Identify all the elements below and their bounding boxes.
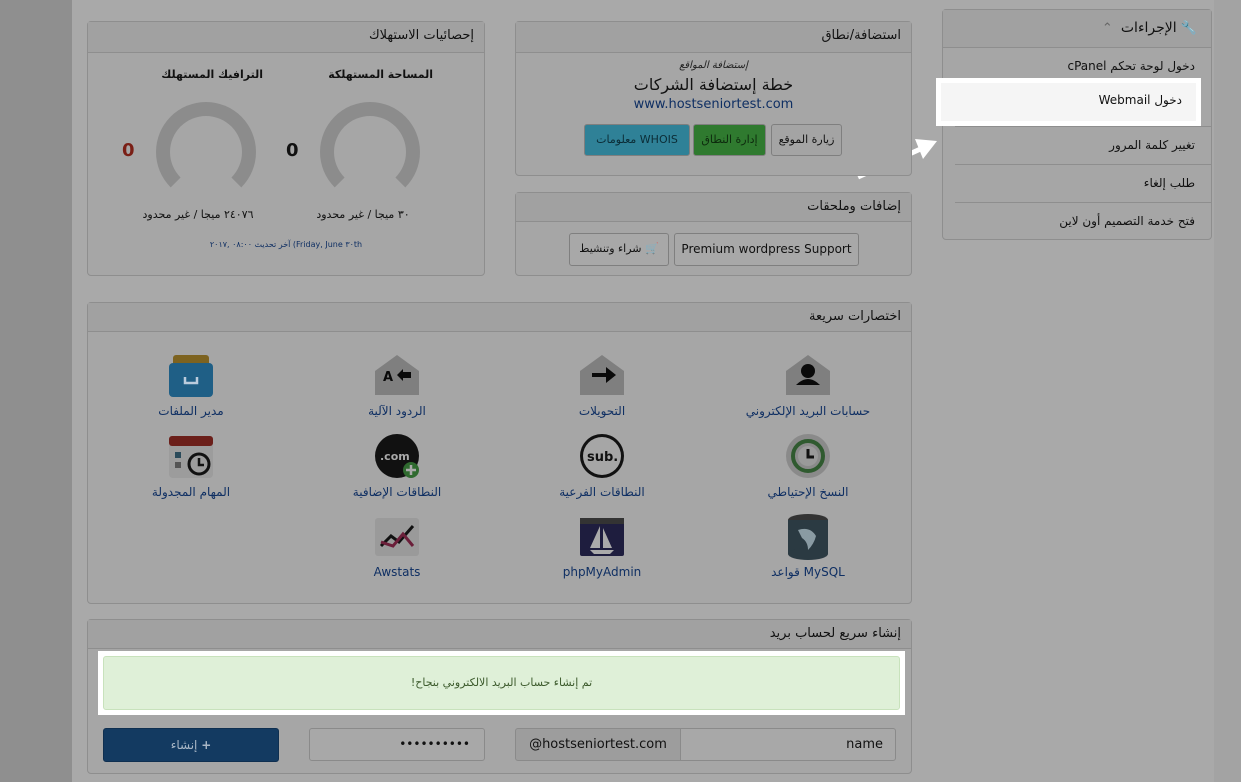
chevron-up-icon: ⌃ (1101, 21, 1113, 36)
wordpress-support-label: Premium wordpress Support (681, 242, 852, 256)
cron-jobs-icon[interactable] (167, 432, 215, 480)
create-email-button[interactable]: + إنشاء (103, 728, 279, 762)
success-alert: تم إنشاء حساب البريد الالكتروني بنجاح! (103, 656, 900, 710)
disk-usage-label: المساحة المستهلكة (328, 68, 433, 81)
email-name-value: name (846, 737, 883, 752)
success-alert-frame: تم إنشاء حساب البريد الالكتروني بنجاح! (98, 651, 905, 715)
shortcuts-panel: اختصارات سريعة حسابات البريد الإلكتروني … (87, 302, 912, 604)
hosting-plan: خطة إستضافة الشركات (633, 75, 794, 94)
email-account-icon[interactable] (784, 351, 832, 399)
action-cancel-label: طلب إلغاء (1143, 176, 1195, 190)
email-password-input[interactable]: •••••••••• (309, 728, 485, 761)
hosting-title: استضافة/نطاق (516, 22, 911, 53)
addon-domains-icon[interactable]: .com (373, 432, 421, 480)
disk-usage-text: ٣٠ ميجا / غير محدود (316, 208, 410, 221)
action-online-design[interactable]: فتح خدمة التصميم أون لاين (955, 202, 1211, 241)
shortcut-autoresponders[interactable]: الردود الآلية (317, 404, 477, 418)
hosting-domain[interactable]: www.hostseniortest.com (516, 97, 911, 112)
shortcut-file-manager[interactable]: مدير الملفات (111, 404, 271, 418)
email-domain-text: @hostseniortest.com (529, 737, 667, 752)
shortcut-backup[interactable]: النسخ الإحتياطي (728, 485, 888, 499)
addons-title: إضافات وملحقات (516, 193, 911, 222)
email-domain-addon: @hostseniortest.com (515, 728, 681, 761)
shortcut-email-accounts[interactable]: حسابات البريد الإلكتروني (728, 404, 888, 418)
plus-icon: + (201, 738, 212, 752)
autoresponders-icon[interactable]: A (373, 351, 421, 399)
email-name-input[interactable]: name (680, 728, 896, 761)
actions-title: الإجراءات (1120, 20, 1177, 36)
bandwidth-gauge (156, 102, 256, 202)
shortcut-mysql[interactable]: قواعد MySQL (728, 565, 888, 579)
hosting-panel: استضافة/نطاق إستضافة المواقع خطة إستضافة… (515, 21, 912, 176)
action-online-design-label: فتح خدمة التصميم أون لاين (1059, 214, 1195, 228)
backup-icon[interactable] (784, 432, 832, 480)
actions-header[interactable]: 🔧 الإجراءات ⌃ (943, 10, 1211, 48)
email-password-dots: •••••••••• (399, 737, 470, 751)
shortcuts-title: اختصارات سريعة (88, 303, 911, 332)
whois-button-label: معلومات WHOIS (596, 133, 678, 146)
usage-stats-panel: إحصائيات الاستهلاك المساحة المستهلكة الت… (87, 21, 485, 276)
disk-usage-value: 0 (286, 140, 299, 161)
svg-text:sub.: sub. (587, 450, 618, 465)
cart-icon: 🛒 (645, 242, 659, 255)
forwarders-icon[interactable] (578, 351, 626, 399)
shortcut-addon-domains[interactable]: النطاقات الإضافية (317, 485, 477, 499)
disk-gauge (320, 102, 420, 202)
shortcut-forwarders[interactable]: التحويلات (522, 404, 682, 418)
hosting-subtitle: إستضافة المواقع (679, 60, 748, 71)
action-webmail[interactable]: دخول Webmail (936, 78, 1201, 126)
action-change-password[interactable]: تغيير كلمة المرور (955, 126, 1211, 165)
left-backdrop (0, 0, 72, 782)
shortcut-awstats[interactable]: Awstats (317, 565, 477, 579)
action-webmail-label: دخول Webmail (1098, 93, 1182, 107)
svg-text:A: A (383, 370, 393, 385)
bandwidth-label: الترافيك المستهلك (161, 68, 263, 81)
wrench-icon: 🔧 (1180, 21, 1197, 36)
last-update-text: آخر تحديث ٠٨:٠٠ ,٢٠١٧ (Friday, June ٣٠th (209, 240, 363, 249)
shortcut-subdomains[interactable]: النطاقات الفرعية (522, 485, 682, 499)
bandwidth-usage-text: ٢٤٠٧٦ ميجا / غير محدود (142, 208, 254, 221)
action-cpanel-label: دخول لوحة تحكم cPanel (1067, 59, 1195, 73)
whois-button[interactable]: معلومات WHOIS (584, 124, 690, 156)
buy-activate-label: شراء وتنشيط (579, 242, 642, 255)
addons-panel: إضافات وملحقات Premium wordpress Support… (515, 192, 912, 276)
visit-site-label: زيارة الموقع (778, 133, 835, 146)
mysql-icon[interactable] (784, 512, 832, 560)
bandwidth-usage-value: 0 (122, 140, 135, 161)
buy-activate-button[interactable]: 🛒 شراء وتنشيط (569, 233, 669, 266)
file-manager-icon[interactable] (167, 351, 215, 399)
wordpress-support-button[interactable]: Premium wordpress Support (674, 233, 859, 266)
manage-domain-button[interactable]: إدارة النطاق (693, 124, 766, 156)
action-change-password-label: تغيير كلمة المرور (1109, 138, 1195, 152)
usage-stats-title: إحصائيات الاستهلاك (88, 22, 484, 53)
svg-text:.com: .com (380, 450, 410, 463)
right-backdrop (1214, 0, 1241, 782)
quick-email-title: إنشاء سريع لحساب بريد (88, 620, 911, 649)
create-email-label: إنشاء (170, 738, 198, 752)
subdomains-icon[interactable]: sub. (578, 432, 626, 480)
manage-domain-label: إدارة النطاق (701, 133, 758, 146)
success-message: تم إنشاء حساب البريد الالكتروني بنجاح! (410, 676, 593, 689)
action-cancel-request[interactable]: طلب إلغاء (955, 164, 1211, 203)
awstats-icon[interactable] (373, 512, 421, 560)
phpmyadmin-icon[interactable] (578, 512, 626, 560)
visit-site-button[interactable]: زيارة الموقع (771, 124, 842, 156)
shortcut-cron-jobs[interactable]: المهام المجدولة (111, 485, 271, 499)
shortcut-phpmyadmin[interactable]: phpMyAdmin (522, 565, 682, 579)
